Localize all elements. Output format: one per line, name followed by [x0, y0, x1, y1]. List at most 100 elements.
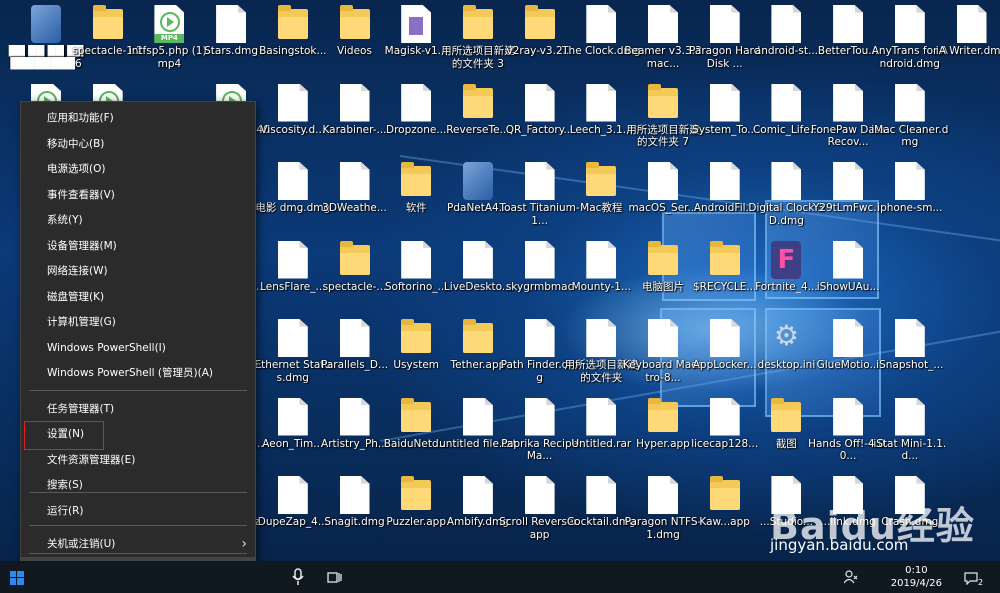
notification-count-badge: 2 — [978, 578, 984, 587]
menu-search[interactable]: 搜索(S) — [21, 473, 255, 498]
menu-item-label: 应用和功能(F) — [47, 112, 114, 124]
folder-icon — [401, 319, 432, 353]
menu-mobility-center[interactable]: 移动中心(B) — [21, 132, 255, 157]
folder-icon — [401, 476, 432, 510]
file-icon — [648, 319, 678, 357]
video-file-icon: MP4 — [154, 5, 185, 43]
file-icon — [894, 397, 925, 436]
folder-icon — [586, 162, 617, 196]
menu-powershell[interactable]: Windows PowerShell(I) — [21, 336, 255, 361]
menu-separator — [29, 525, 247, 526]
file-icon — [401, 240, 432, 279]
winx-context-menu: 应用和功能(F) 移动中心(B) 电源选项(O) 事件查看器(V) 系统(Y) 设备管理器… — [20, 101, 256, 589]
file-icon — [339, 162, 370, 200]
menu-network-connections[interactable]: 网络连接(W) — [21, 259, 255, 284]
start-button[interactable] — [10, 570, 24, 585]
file-icon — [524, 240, 555, 279]
windows-logo-icon — [10, 571, 24, 585]
file-icon — [277, 162, 308, 200]
folder-icon — [92, 5, 123, 39]
folder-icon — [339, 5, 370, 39]
menu-apps-features[interactable]: 应用和功能(F) — [21, 106, 255, 131]
folder-icon — [648, 240, 678, 275]
application-icon — [31, 5, 61, 43]
cortana-microphone-icon[interactable] — [292, 568, 304, 590]
menu-item-label: 计算机管理(G) — [47, 316, 116, 328]
file-icon — [277, 397, 308, 436]
desktop-icon[interactable]: iA Writer.dmg — [933, 3, 1000, 81]
file-icon — [771, 162, 802, 200]
menu-separator — [29, 390, 247, 391]
archive-file-icon — [401, 5, 432, 43]
folder-icon — [277, 5, 308, 39]
menu-device-manager[interactable]: 设备管理器(M) — [21, 234, 255, 259]
menu-run[interactable]: 运行(R) — [21, 499, 255, 524]
task-view-icon[interactable] — [327, 570, 343, 589]
menu-item-label: 系统(Y) — [47, 214, 83, 226]
file-icon — [339, 319, 370, 357]
file-icon — [956, 5, 987, 43]
desktop-icon-label: iShowUAu... — [816, 280, 880, 293]
file-icon — [709, 397, 740, 436]
file-icon — [833, 397, 864, 436]
desktop-icon[interactable]: iMac Cleaner.dmg — [871, 82, 949, 160]
folder-icon — [709, 476, 740, 510]
menu-system[interactable]: 系统(Y) — [21, 208, 255, 233]
desktop-icon[interactable]: iShowUAu... — [809, 239, 887, 317]
desktop-icon-label: iA Writer.dmg — [935, 45, 1000, 57]
menu-item-label: 设备管理器(M) — [47, 239, 117, 252]
file-icon — [524, 397, 555, 436]
menu-item-label: 文件资源管理器(E) — [47, 453, 136, 466]
people-icon[interactable] — [843, 569, 858, 588]
menu-item-label: 电源选项(O) — [47, 163, 106, 175]
settings-highlight-box — [24, 421, 104, 450]
menu-item-label: 运行(R) — [47, 504, 84, 517]
menu-item-label: 事件查看器(V) — [47, 188, 115, 201]
clock-time: 0:10 — [905, 565, 928, 576]
file-icon — [339, 476, 370, 514]
file-icon — [709, 5, 740, 43]
file-icon — [833, 319, 864, 357]
menu-file-explorer[interactable]: 文件资源管理器(E) — [21, 448, 255, 473]
file-icon — [586, 5, 617, 43]
file-icon — [833, 83, 864, 122]
menu-item-label: 移动中心(B) — [47, 137, 105, 150]
system-clock[interactable]: 0:10 2019/4/26 — [891, 564, 942, 590]
menu-item-label: 搜索(S) — [47, 479, 83, 491]
menu-task-manager[interactable]: 任务管理器(T) — [21, 397, 255, 422]
menu-powershell-admin[interactable]: Windows PowerShell (管理员)(A) — [21, 361, 255, 386]
file-icon — [524, 476, 555, 514]
file-icon — [894, 5, 925, 43]
file-icon — [586, 397, 617, 436]
file-icon — [462, 476, 493, 514]
file-icon — [524, 319, 555, 357]
file-icon — [277, 240, 308, 279]
menu-event-viewer[interactable]: 事件查看器(V) — [21, 183, 255, 208]
file-icon — [524, 83, 555, 122]
folder-icon — [401, 162, 432, 196]
file-icon — [771, 5, 802, 43]
folder-icon — [462, 5, 493, 39]
desktop-icon-label: iMac Cleaner.dmg — [871, 123, 949, 149]
menu-item-label: Windows PowerShell(I) — [47, 341, 166, 354]
menu-power-options[interactable]: 电源选项(O) — [21, 157, 255, 182]
file-icon — [462, 240, 493, 279]
file-icon — [277, 476, 308, 514]
watermark-url: jingyan.baidu.com — [770, 536, 909, 554]
desktop-icon-label: iSnapshot_... — [876, 359, 944, 371]
folder-icon — [462, 319, 493, 353]
folder-icon — [401, 397, 432, 432]
file-icon — [771, 83, 802, 122]
menu-disk-management[interactable]: 磁盘管理(K) — [21, 285, 255, 310]
file-icon — [277, 319, 308, 357]
menu-separator — [29, 492, 247, 493]
desktop-icon[interactable]: iphone-sm... — [871, 160, 949, 238]
file-icon — [833, 162, 864, 200]
file-icon — [586, 476, 617, 514]
action-center-icon[interactable] — [964, 570, 978, 589]
desktop-icon[interactable]: iSnapshot_... — [871, 317, 949, 395]
menu-item-label: 磁盘管理(K) — [47, 290, 105, 303]
desktop-icon[interactable]: iStat Mini-1.1.d... — [871, 396, 949, 474]
menu-computer-management[interactable]: 计算机管理(G) — [21, 310, 255, 335]
file-icon — [524, 162, 555, 200]
